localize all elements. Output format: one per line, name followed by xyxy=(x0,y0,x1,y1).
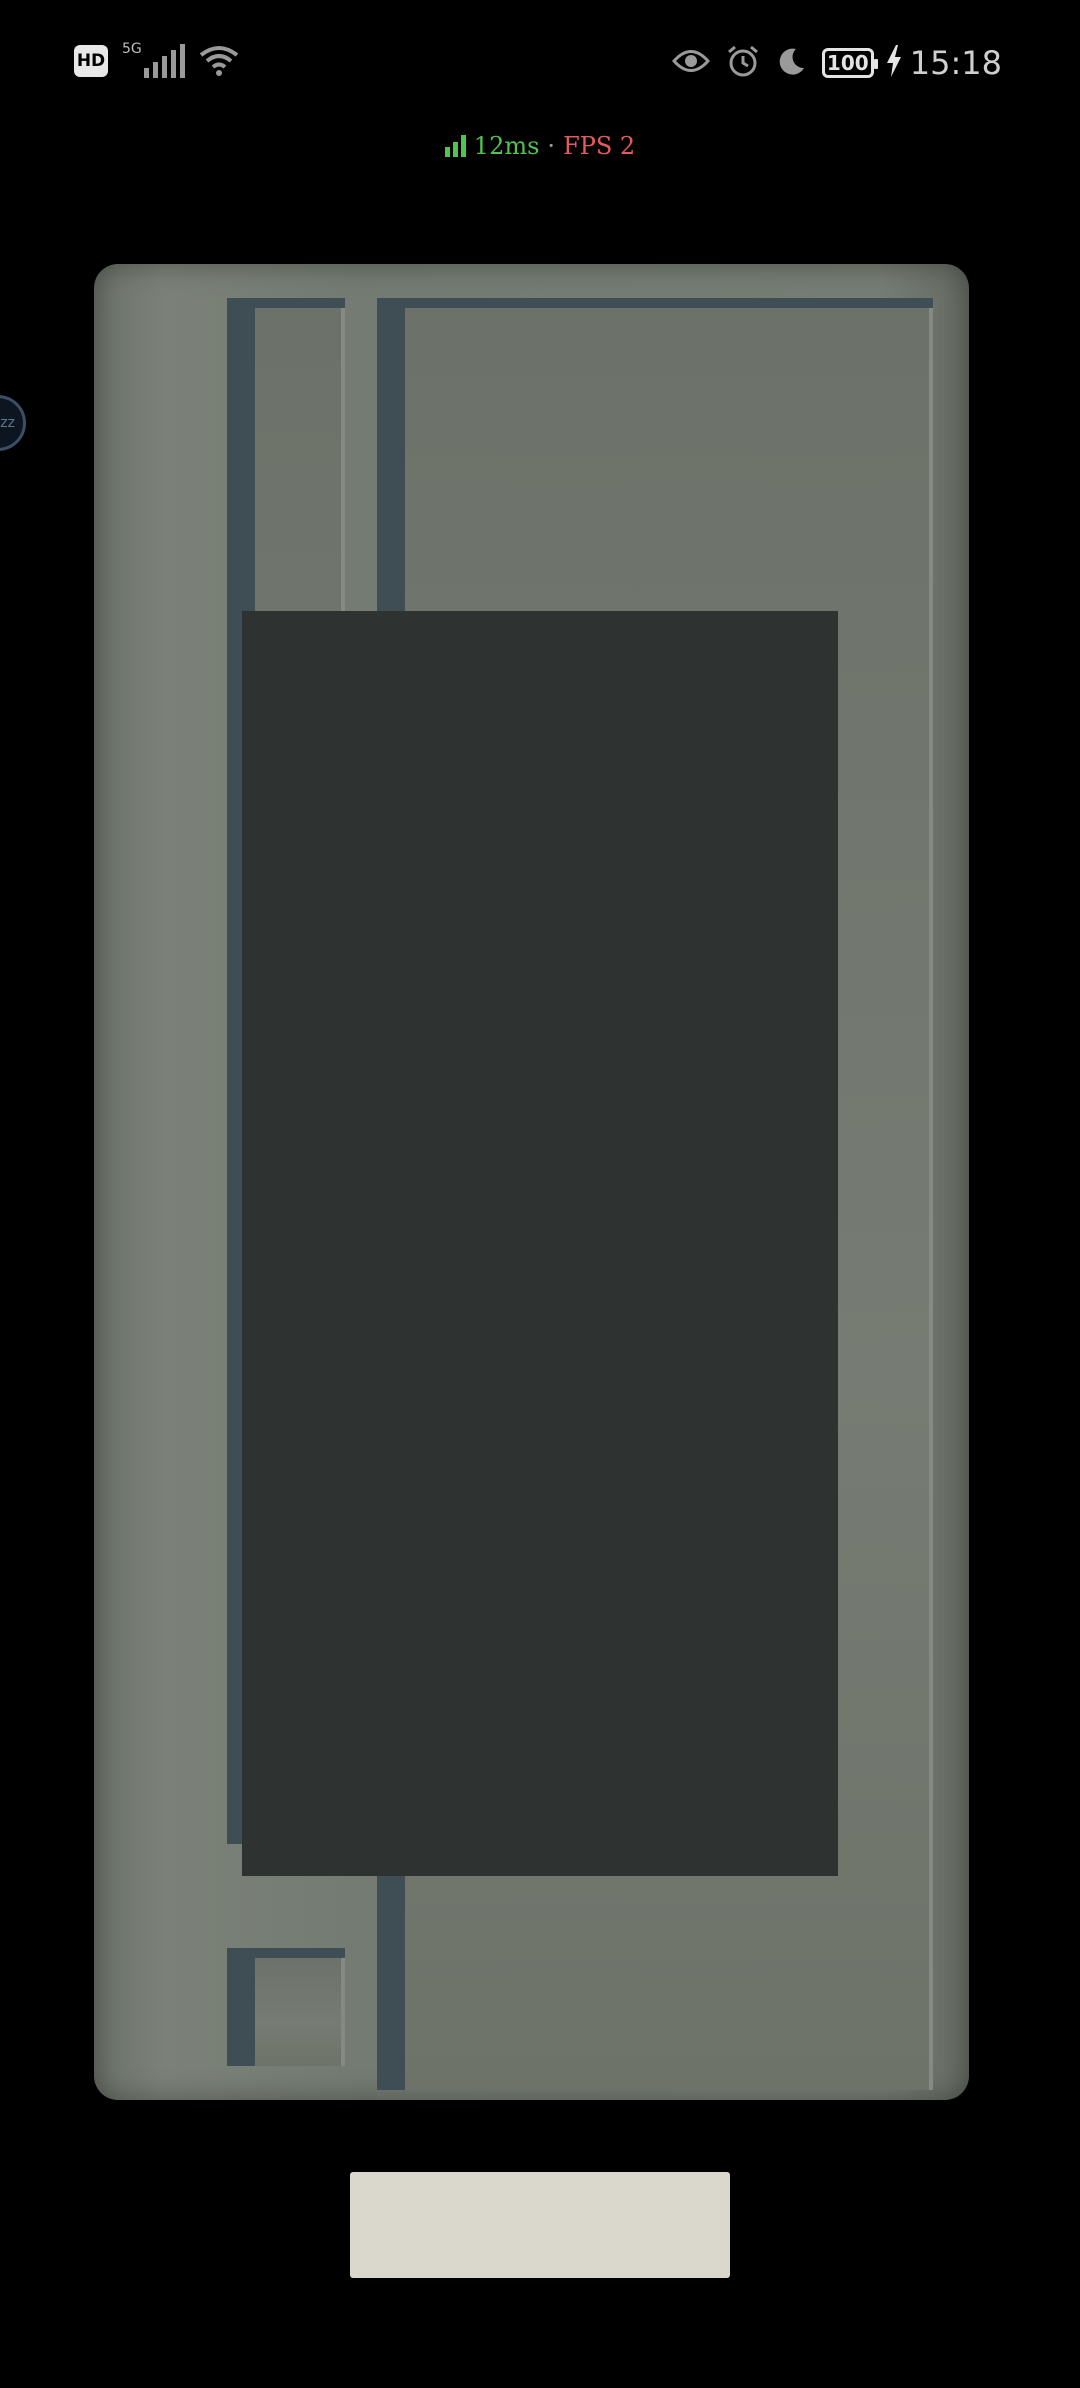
battery-level: 100 xyxy=(826,51,869,75)
charging-icon xyxy=(886,45,902,81)
clock: 15:18 xyxy=(909,44,1002,82)
floating-assist-bubble[interactable]: zz xyxy=(0,395,26,451)
moon-icon xyxy=(776,46,806,80)
network-type-label: 5G xyxy=(122,41,142,57)
dark-overlay-panel[interactable] xyxy=(242,611,838,1876)
wall-right-top xyxy=(377,298,933,308)
wall-bottom-right-outer xyxy=(377,1876,405,2066)
bottom-action-slot[interactable] xyxy=(350,2172,730,2278)
alarm-icon xyxy=(726,44,760,82)
bottom-left-panel xyxy=(255,1958,345,2066)
eye-icon xyxy=(671,48,710,78)
status-bar-right: 100 15:18 xyxy=(671,44,1002,82)
latency-label: 12ms xyxy=(473,132,540,160)
floating-bubble-label: zz xyxy=(0,415,15,431)
hd-icon: HD xyxy=(74,45,108,77)
status-bar-left: HD 5G xyxy=(74,41,239,78)
wall-left-top xyxy=(227,298,345,308)
wifi-icon xyxy=(199,45,239,77)
signal-icon xyxy=(143,44,185,78)
wall-bottom-left-outer xyxy=(227,1948,255,2066)
wall-bottom-left-top xyxy=(227,1948,345,1958)
perf-signal-icon xyxy=(444,135,466,157)
fps-label: FPS 2 xyxy=(563,132,636,160)
status-bar: HD 5G 100 15:18 xyxy=(0,0,1080,130)
perf-overlay: 12ms · FPS 2 xyxy=(0,132,1080,160)
battery-icon: 100 xyxy=(821,48,878,78)
perf-separator: · xyxy=(547,132,556,160)
